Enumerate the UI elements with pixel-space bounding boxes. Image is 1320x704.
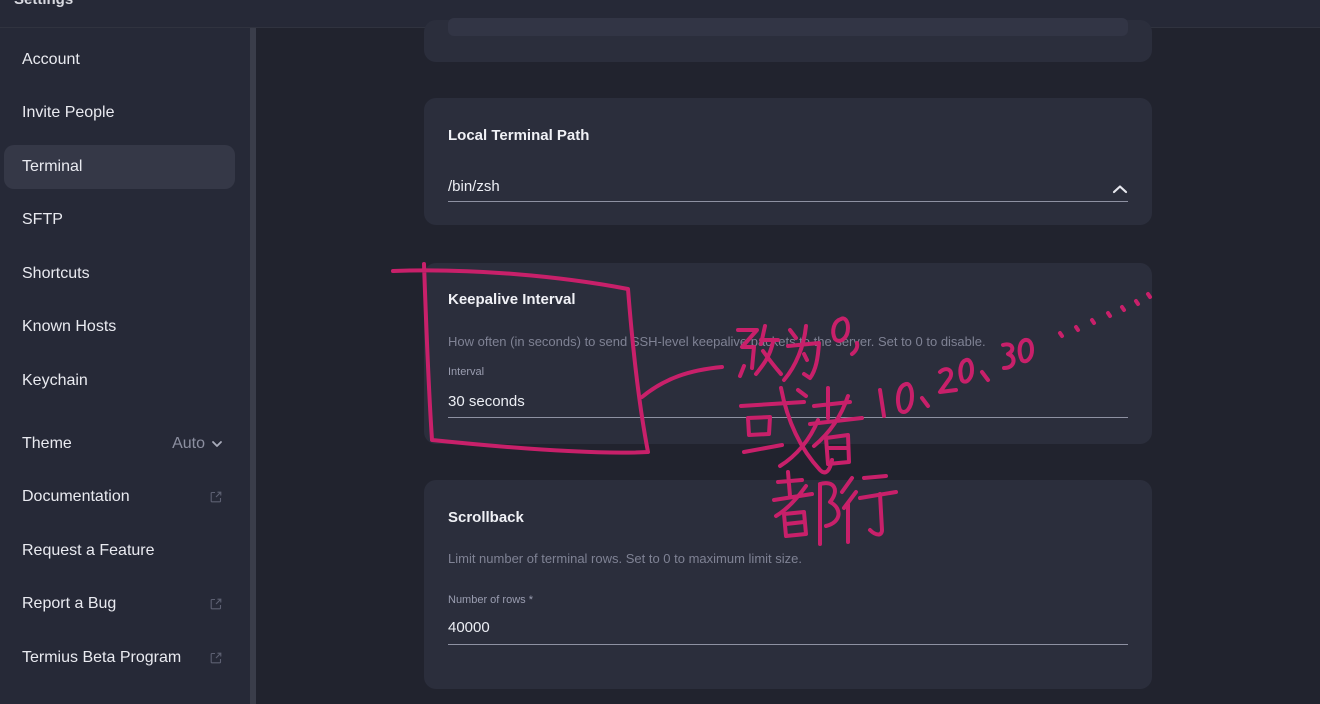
theme-select[interactable]: Auto (172, 422, 223, 466)
sidebar-item-label: Known Hosts (22, 318, 117, 335)
sidebar-item-label: Shortcuts (22, 265, 90, 282)
sidebar-item-request-feature[interactable]: Request a Feature (4, 529, 235, 573)
keepalive-interval-card: Keepalive Interval How often (in seconds… (424, 263, 1152, 444)
sidebar-item-label: Report a Bug (22, 595, 117, 612)
sidebar-item-shortcuts[interactable]: Shortcuts (4, 252, 235, 296)
sidebar-item-label: Terminal (22, 158, 83, 175)
field-underline (448, 417, 1128, 418)
settings-content: Local Terminal Path /bin/zsh Keepalive I… (256, 18, 1320, 704)
sidebar-item-documentation[interactable]: Documentation (4, 475, 235, 519)
sidebar-item-report-bug[interactable]: Report a Bug (4, 582, 235, 626)
chevron-up-icon[interactable] (1112, 184, 1128, 194)
window-title: Settings (14, 0, 73, 8)
rows-input[interactable]: 40000 (448, 619, 490, 636)
sidebar-item-terminal[interactable]: Terminal (4, 145, 235, 189)
sidebar-item-label: Termius Beta Program (22, 649, 182, 666)
sidebar-item-label: Keychain (22, 372, 88, 389)
terminal-path-select[interactable]: /bin/zsh (448, 178, 500, 195)
sidebar-item-label: Theme (22, 435, 72, 452)
external-link-icon (210, 598, 222, 610)
card-description: How often (in seconds) to send SSH-level… (448, 334, 986, 349)
field-underline (448, 644, 1128, 645)
sidebar-item-invite-people[interactable]: Invite People (4, 91, 235, 135)
sidebar-item-label: Invite People (22, 104, 115, 121)
chevron-down-icon (212, 441, 222, 447)
field-label: Interval (448, 366, 485, 378)
scrollback-card: Scrollback Limit number of terminal rows… (424, 480, 1152, 689)
field-underline (448, 201, 1128, 202)
card-title: Local Terminal Path (448, 127, 590, 144)
sidebar-item-theme[interactable]: Theme Auto (4, 422, 235, 466)
theme-value: Auto (172, 435, 205, 452)
sidebar: Account Invite People Terminal SFTP Shor… (0, 28, 250, 704)
sidebar-item-sftp[interactable]: SFTP (4, 198, 235, 242)
card-title: Keepalive Interval (448, 291, 576, 308)
sidebar-item-label: Account (22, 51, 80, 68)
card-title: Scrollback (448, 509, 524, 526)
sidebar-item-label: SFTP (22, 211, 63, 228)
card-description: Limit number of terminal rows. Set to 0 … (448, 551, 802, 566)
partial-field (448, 18, 1128, 36)
external-link-icon (210, 652, 222, 664)
external-link-icon (210, 491, 222, 503)
sidebar-item-label: Documentation (22, 488, 130, 505)
sidebar-item-account[interactable]: Account (4, 38, 235, 82)
sidebar-item-label: Request a Feature (22, 542, 155, 559)
field-label: Number of rows * (448, 594, 533, 606)
sidebar-item-known-hosts[interactable]: Known Hosts (4, 305, 235, 349)
interval-input[interactable]: 30 seconds (448, 393, 525, 410)
sidebar-item-keychain[interactable]: Keychain (4, 359, 235, 403)
local-terminal-path-card: Local Terminal Path /bin/zsh (424, 98, 1152, 225)
partial-settings-card (424, 18, 1152, 62)
sidebar-item-beta-program[interactable]: Termius Beta Program (4, 636, 235, 680)
